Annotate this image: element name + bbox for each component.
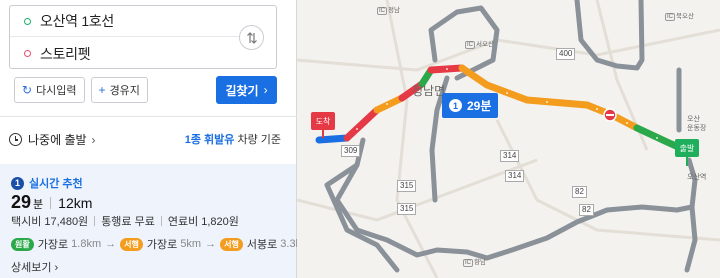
- callout-time: 29분: [467, 99, 492, 113]
- reset-label: 다시입력: [36, 85, 77, 97]
- destination-field[interactable]: 스토리펫: [10, 38, 240, 69]
- fuel-type-selector[interactable]: 1종 휘발유 차량 기준: [185, 131, 281, 147]
- arrow-right-icon: →: [105, 238, 117, 250]
- route-number-309: 309: [341, 145, 361, 157]
- route-number-315: 315: [397, 203, 417, 215]
- callout-number-badge: 1: [449, 99, 462, 112]
- route-number-82: 82: [572, 186, 587, 198]
- road-name: 서봉로: [246, 239, 278, 251]
- map-label-osan-stadium: 운동장: [687, 125, 707, 132]
- traffic-tag: 서행: [120, 237, 143, 251]
- road-segments: 원활 가장로 1.8km → 서행 가장로 5km → 서행 서봉로 3.3km: [11, 236, 310, 252]
- road-dist: 1.8km: [71, 238, 102, 250]
- map-label-osan-station: 오산역: [687, 174, 707, 181]
- route-time-callout[interactable]: 1 29분: [442, 93, 499, 118]
- road-name: 가장로: [37, 239, 69, 251]
- end-dot-icon: [24, 50, 31, 57]
- seoosan-text: 서오산: [476, 41, 494, 48]
- find-route-label: 길찾기: [225, 83, 259, 98]
- fuel-type: 1종 휘발유: [184, 134, 235, 146]
- origin-text[interactable]: 오산역 1호선: [40, 11, 114, 31]
- details-label: 상세보기: [11, 262, 52, 274]
- road-name: 가장로: [146, 239, 178, 251]
- map-label-jeongnam: 정남면: [412, 84, 446, 98]
- clock-icon: [9, 133, 22, 146]
- start-dot-icon: [24, 17, 31, 25]
- reset-button[interactable]: ↻ 다시입력: [14, 77, 85, 103]
- map-label-jeongnam-ic: IC 정남: [377, 7, 400, 15]
- destination-text[interactable]: 스토리펫: [40, 44, 91, 64]
- swap-button[interactable]: [239, 25, 264, 50]
- route-number-400: 400: [556, 48, 576, 60]
- separator: [160, 216, 162, 226]
- route-number-315: 315: [397, 180, 417, 192]
- divider: [0, 116, 297, 117]
- map-label-hyangnam-ic: IC 향남: [463, 259, 486, 267]
- arrive-pin[interactable]: 도착: [311, 112, 335, 130]
- waypoint-label: 경유지: [109, 85, 140, 97]
- details-link[interactable]: 상세보기 ›: [11, 259, 58, 275]
- route-number-314: 314: [500, 150, 520, 162]
- distance-value: 12km: [58, 195, 93, 211]
- origin-field[interactable]: 오산역 1호선: [10, 6, 240, 37]
- swap-icon: [246, 31, 257, 44]
- route-input-box: 오산역 1호선 스토리펫: [9, 5, 277, 69]
- recommendation-label: 실시간 추천: [29, 178, 83, 190]
- plus-icon: +: [98, 83, 106, 97]
- separator: [50, 196, 52, 209]
- fuel-cost: 연료비 1,820원: [167, 216, 239, 228]
- road-dist: 5km: [180, 238, 202, 250]
- map-label-bugosan-ic: IC 북오산: [665, 13, 694, 21]
- waypoint-button[interactable]: + 경유지: [90, 77, 148, 103]
- map-label-seoosan-ic: IC 서오산: [465, 41, 494, 49]
- toll-fee: 통행료 무료: [101, 216, 155, 228]
- depart-later-toggle[interactable]: 나중에 출발: [28, 131, 87, 148]
- separator: [94, 216, 96, 226]
- chevron-right-icon[interactable]: ›: [92, 133, 96, 147]
- duration-value: 29: [11, 192, 32, 212]
- depart-pin[interactable]: 출발: [675, 139, 699, 157]
- chevron-right-icon: ›: [54, 262, 59, 274]
- jeongnam-text: 정남: [388, 7, 400, 14]
- directions-panel: 오산역 1호선 스토리펫 ↻ 다시입력 + 경유지 길찾기 › 나중에 출발 ›: [0, 0, 310, 278]
- fuel-suffix: 차량 기준: [237, 134, 281, 146]
- hyangnam-text: 향남: [474, 259, 486, 266]
- route-number-314: 314: [505, 170, 525, 182]
- find-route-button[interactable]: 길찾기 ›: [216, 76, 277, 104]
- refresh-icon: ↻: [22, 83, 33, 97]
- chevron-right-icon: ›: [263, 83, 268, 97]
- route-number-badge: 1: [11, 176, 24, 190]
- route-number-82: 82: [579, 204, 594, 216]
- traffic-tag: 서행: [220, 237, 243, 251]
- route-result-card[interactable]: 1 실시간 추천 29 분 12km 택시비 17,480원 통행료 무료 연료…: [0, 164, 310, 278]
- traffic-tag: 원활: [11, 237, 34, 251]
- taxi-fare: 택시비 17,480원: [11, 216, 89, 228]
- arrow-right-icon: →: [205, 238, 217, 250]
- map-canvas: [297, 0, 720, 278]
- map-view[interactable]: 정남면 IC 정남 IC 서오산 IC 북오산 IC 향남 오산 운동장 오산역 309…: [297, 0, 720, 278]
- bugosan-text: 북오산: [676, 13, 694, 20]
- duration-unit: 분: [33, 199, 44, 211]
